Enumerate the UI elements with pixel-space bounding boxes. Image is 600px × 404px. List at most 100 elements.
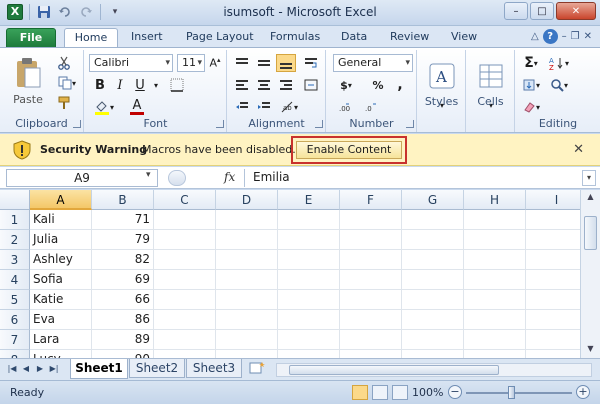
grid-cell[interactable] [216,230,278,250]
align-left-icon[interactable] [232,76,252,94]
zoom-slider-track[interactable] [466,392,572,394]
grid-cell[interactable]: Katie [30,290,92,310]
bold-button[interactable]: B [91,76,109,94]
horizontal-scroll-thumb[interactable] [289,365,499,375]
row-header[interactable]: 2 [0,230,30,250]
decrease-decimal-icon[interactable]: .0 [363,98,383,116]
next-sheet-icon[interactable]: ▶ [34,363,46,375]
grid-cell[interactable]: 86 [92,310,154,330]
scroll-up-icon[interactable]: ▲ [584,192,597,204]
worksheet-grid[interactable]: A B C D E F G H I 1 Kali 71 2 Julia 79 3 Ashley… [0,190,580,358]
sort-filter-icon[interactable]: A Z ▾ [546,54,572,72]
sheet-tab-sheet3[interactable]: Sheet3 [186,359,242,378]
grid-cell[interactable] [526,330,580,350]
prev-sheet-icon[interactable]: ◀ [20,363,32,375]
grid-cell[interactable] [216,290,278,310]
minimize-ribbon-icon[interactable]: △ [531,31,539,42]
grid-cell[interactable] [402,350,464,358]
row-header[interactable]: 6 [0,310,30,330]
expand-formula-bar-icon[interactable]: ▾ [582,170,596,186]
grid-cell[interactable] [464,210,526,230]
grid-cell[interactable] [278,230,340,250]
grid-cell[interactable] [154,350,216,358]
grid-cell[interactable] [526,230,580,250]
tab-file[interactable]: File [6,28,56,48]
grid-cell[interactable] [340,350,402,358]
first-sheet-icon[interactable]: |◀ [6,363,18,375]
comma-button[interactable]: , [391,76,409,94]
grid-cell[interactable] [154,210,216,230]
grid-cell[interactable] [216,330,278,350]
grow-font-icon[interactable]: A▴ [207,54,223,72]
row-header[interactable]: 4 [0,270,30,290]
grid-cell[interactable] [526,350,580,358]
formula-bar-splitter[interactable] [168,170,186,186]
grid-cell[interactable] [154,290,216,310]
grid-cell[interactable] [526,290,580,310]
grid-cell[interactable] [154,330,216,350]
grid-cell[interactable] [278,290,340,310]
close-button[interactable]: ✕ [556,2,596,20]
tab-formulas[interactable]: Formulas [270,28,320,48]
formula-input[interactable]: Emilia [244,169,578,187]
grid-cell[interactable]: 90 [92,350,154,358]
page-layout-view-icon[interactable] [372,385,388,400]
grid-cell[interactable] [464,350,526,358]
grid-cell[interactable]: Lucy [30,350,92,358]
tab-page-layout[interactable]: Page Layout [186,28,254,48]
underline-dropdown-icon[interactable]: ▾ [151,76,161,94]
grid-cell[interactable] [464,250,526,270]
grid-cell[interactable] [402,250,464,270]
grid-cell[interactable]: Julia [30,230,92,250]
grid-cell[interactable] [216,250,278,270]
grid-cell[interactable] [154,230,216,250]
styles-button[interactable]: A [424,54,460,98]
help-icon[interactable]: ? [542,29,558,44]
grid-cell[interactable] [278,210,340,230]
align-top-icon[interactable] [232,54,252,72]
grid-cell[interactable]: Eva [30,310,92,330]
decrease-indent-icon[interactable] [232,98,252,116]
align-middle-icon[interactable] [254,54,274,72]
autosum-icon[interactable]: Σ ▾ [520,54,542,72]
normal-view-icon[interactable] [352,385,368,400]
vertical-scrollbar[interactable]: ▲ ▼ [580,190,600,358]
tab-data[interactable]: Data [341,28,367,48]
wrap-text-icon[interactable] [300,54,322,72]
grid-cell[interactable] [402,290,464,310]
row-header[interactable]: 5 [0,290,30,310]
grid-cell[interactable]: Lara [30,330,92,350]
last-sheet-icon[interactable]: ▶| [48,363,60,375]
grid-cell[interactable] [402,330,464,350]
grid-cell[interactable] [526,210,580,230]
enable-content-button[interactable]: Enable Content [296,141,402,159]
select-all-corner[interactable] [0,190,30,210]
grid-cell[interactable]: 71 [92,210,154,230]
align-right-icon[interactable] [276,76,296,94]
grid-cell[interactable] [526,250,580,270]
underline-button[interactable]: U [131,76,149,94]
find-select-icon[interactable]: ▾ [546,76,572,94]
horizontal-scrollbar[interactable] [276,363,592,377]
grid-cell[interactable]: Sofia [30,270,92,290]
grid-cell[interactable] [340,290,402,310]
doc-minimize-icon[interactable]: – [562,31,567,42]
column-header-g[interactable]: G [402,190,464,210]
percent-button[interactable]: % [369,76,387,94]
zoom-slider-knob[interactable] [508,386,515,399]
number-dialog-launcher-icon[interactable] [406,120,414,128]
align-bottom-icon[interactable] [276,54,296,72]
row-header[interactable]: 3 [0,250,30,270]
grid-cell[interactable] [278,310,340,330]
maximize-button[interactable]: □ [530,2,554,20]
zoom-out-button[interactable]: − [448,385,462,399]
paste-button[interactable]: Paste [8,54,48,108]
sheet-tab-sheet2[interactable]: Sheet2 [129,359,185,378]
grid-cell[interactable] [216,310,278,330]
grid-cell[interactable] [340,250,402,270]
clear-icon[interactable]: ▾ [520,98,542,116]
copy-icon[interactable]: ▾ [54,74,80,92]
page-break-view-icon[interactable] [392,385,408,400]
grid-cell[interactable] [216,270,278,290]
grid-cell[interactable] [464,330,526,350]
